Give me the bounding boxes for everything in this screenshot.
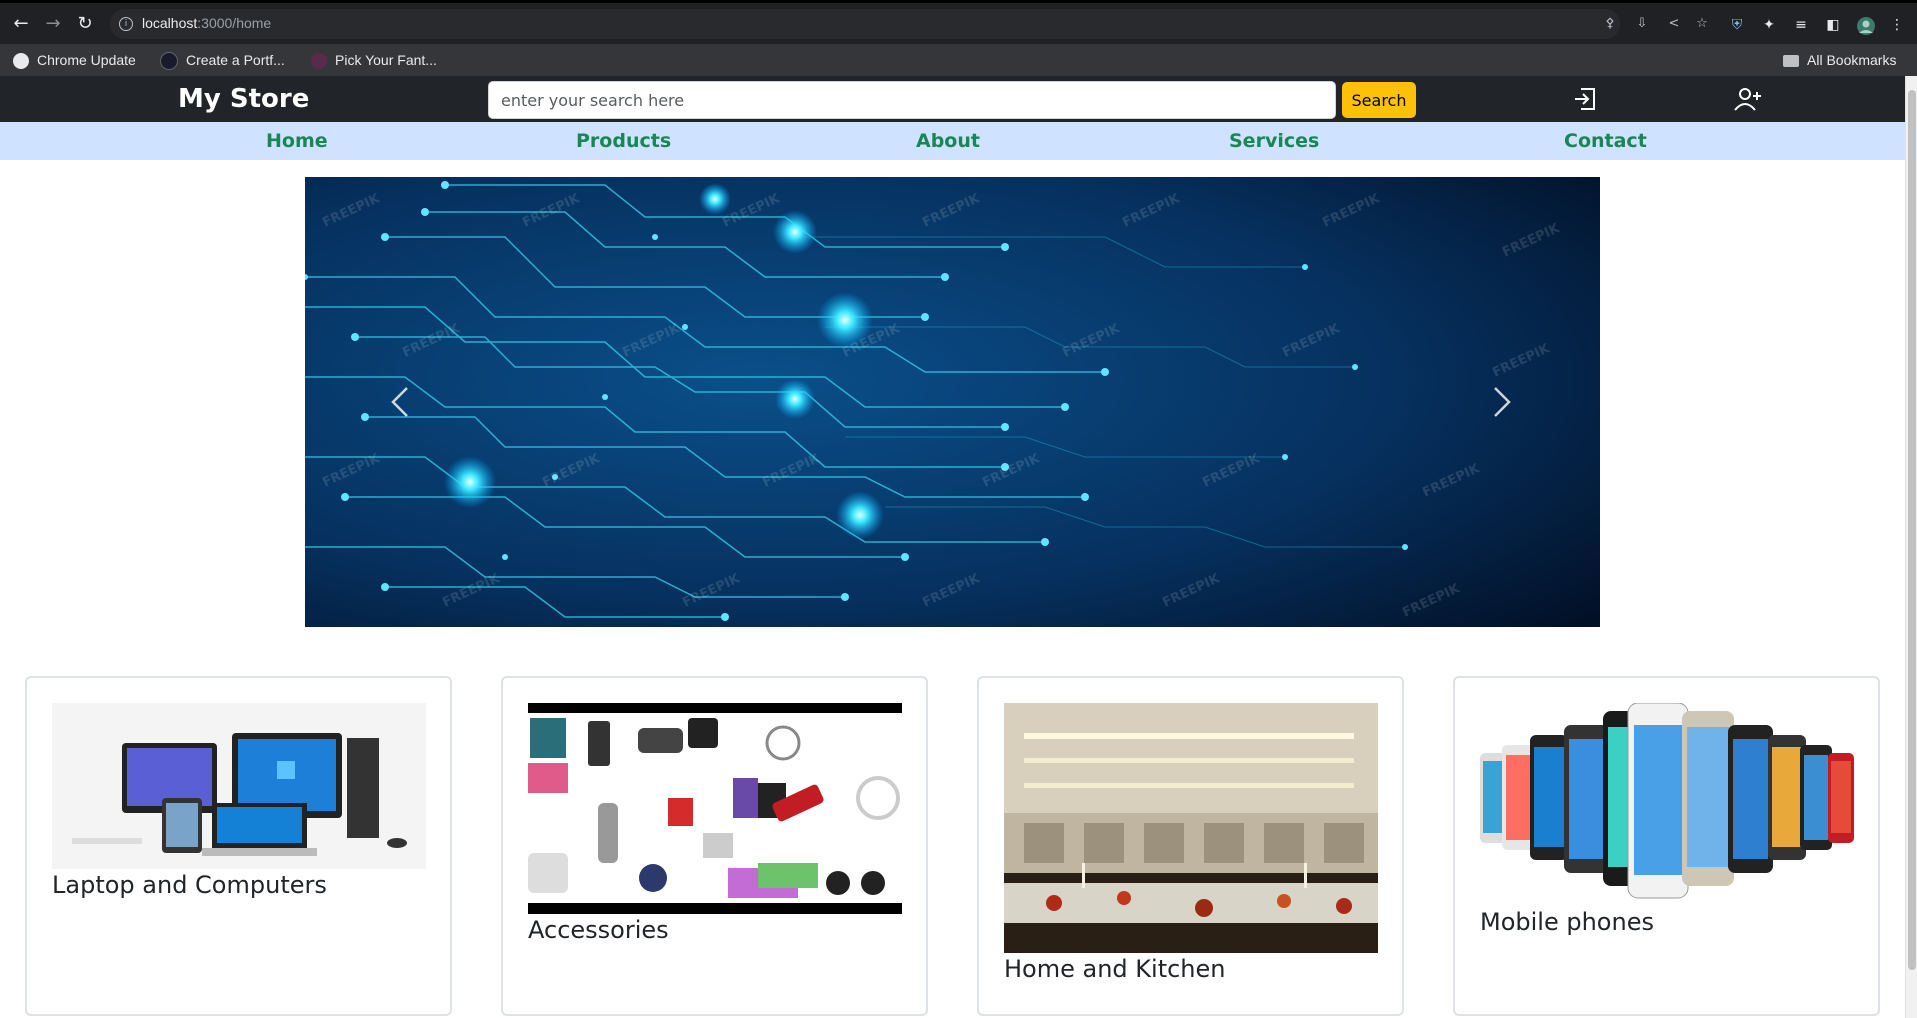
side-panel-icon[interactable]: ◧: [1824, 16, 1842, 34]
key-icon[interactable]: ⚴: [1602, 16, 1618, 32]
browser-toolbar: ← → ↻ i localhost:3000/home ⚴ ⇩ < ☆ ⛨ ✦ …: [0, 3, 1917, 44]
all-bookmarks[interactable]: All Bookmarks: [1783, 44, 1896, 76]
carousel-prev-button[interactable]: [381, 372, 421, 432]
category-title[interactable]: Home and Kitchen: [1004, 955, 1225, 983]
nav-contact[interactable]: Contact: [1564, 130, 1647, 152]
category-title[interactable]: Accessories: [528, 916, 669, 944]
url-text[interactable]: localhost:3000/home: [142, 15, 271, 31]
category-title[interactable]: Mobile phones: [1480, 908, 1654, 936]
share-icon[interactable]: <: [1666, 16, 1682, 32]
reload-icon[interactable]: ↻: [76, 15, 94, 33]
address-bar[interactable]: i localhost:3000/home ⚴ ⇩ < ☆: [110, 9, 1708, 39]
extension-shield-icon[interactable]: ⛨: [1728, 16, 1746, 34]
avatar[interactable]: [1856, 16, 1875, 35]
install-icon[interactable]: ⇩: [1634, 16, 1650, 32]
browser-menu-icon[interactable]: ⋮: [1888, 16, 1906, 34]
category-card-phones[interactable]: Mobile phones: [1453, 676, 1880, 1016]
forward-icon[interactable]: →: [44, 15, 62, 33]
bookmark-create-portfolio[interactable]: Create a Portf...: [160, 44, 285, 76]
search-input[interactable]: [488, 81, 1336, 119]
folder-icon: [1783, 55, 1799, 68]
accessories-image: [528, 703, 902, 914]
chevron-right-icon: [1494, 387, 1511, 417]
store-header: My Store Search: [0, 76, 1905, 122]
nav-about[interactable]: About: [916, 130, 980, 152]
nav-products[interactable]: Products: [576, 130, 671, 152]
circuit-banner-image: FREEPIK FREEPIK FREEPIK FREEPIK FREEPIK …: [305, 177, 1600, 627]
computers-image: [52, 703, 426, 869]
main-nav: Home Products About Services Contact: [0, 122, 1905, 160]
bookmarks-bar: Chrome Update Create a Portf... Pick You…: [0, 44, 1917, 76]
github-icon: [13, 53, 29, 70]
site-icon: [311, 53, 327, 70]
category-card-kitchen[interactable]: Home and Kitchen: [977, 676, 1404, 1016]
chevron-left-icon: [391, 387, 408, 417]
scrollbar-thumb[interactable]: [1908, 90, 1916, 970]
bookmark-chrome-update[interactable]: Chrome Update: [13, 44, 136, 76]
puzzle-icon[interactable]: ✦: [1760, 16, 1778, 34]
page: My Store Search Home Products About Serv…: [0, 76, 1905, 1018]
hero-carousel[interactable]: FREEPIK FREEPIK FREEPIK FREEPIK FREEPIK …: [305, 177, 1600, 627]
carousel-next-button[interactable]: [1481, 372, 1521, 432]
category-title[interactable]: Laptop and Computers: [52, 871, 327, 899]
add-user-icon[interactable]: [1733, 85, 1761, 113]
bookmark-star-icon[interactable]: ☆: [1694, 16, 1710, 32]
brand-title[interactable]: My Store: [178, 84, 309, 114]
angular-icon: [160, 52, 178, 71]
nav-home[interactable]: Home: [266, 130, 328, 152]
category-card-accessories[interactable]: Accessories: [501, 676, 928, 1016]
back-icon[interactable]: ←: [12, 15, 30, 33]
search-button[interactable]: Search: [1342, 82, 1416, 118]
kitchen-image: [1004, 703, 1378, 953]
bookmark-pick-fantasy[interactable]: Pick Your Fant...: [311, 44, 437, 76]
site-info-icon[interactable]: i: [119, 17, 133, 31]
reading-list-icon[interactable]: ≡: [1792, 16, 1810, 34]
page-scrollbar[interactable]: [1905, 76, 1917, 1018]
category-card-computers[interactable]: Laptop and Computers: [25, 676, 452, 1016]
phones-image: [1480, 703, 1854, 903]
login-icon[interactable]: [1571, 85, 1599, 113]
nav-services[interactable]: Services: [1229, 130, 1319, 152]
